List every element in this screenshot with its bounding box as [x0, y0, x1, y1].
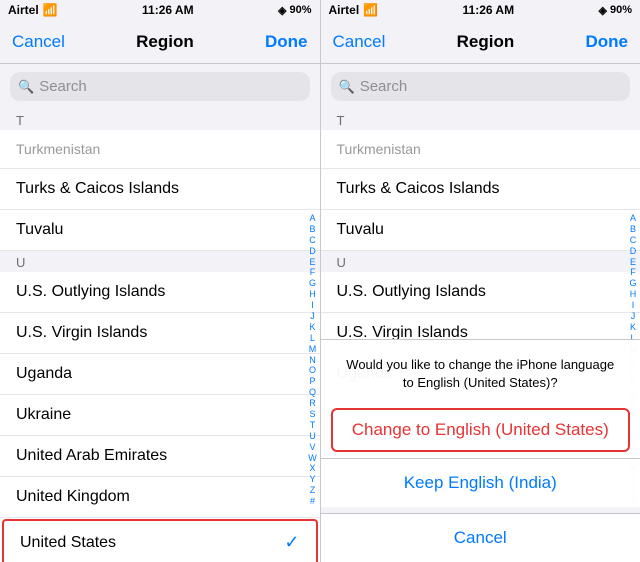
- left-nav-bar: Cancel Region Done: [0, 20, 320, 64]
- right-list: T Turkmenistan Turks & Caicos Islands Tu…: [321, 109, 640, 562]
- list-item[interactable]: United Arab Emirates: [0, 436, 320, 477]
- right-section-u: U: [321, 251, 640, 272]
- right-search-placeholder: Search: [360, 78, 408, 95]
- list-item[interactable]: Ukraine: [0, 395, 320, 436]
- list-item[interactable]: Uganda: [0, 354, 320, 395]
- right-carrier: Airtel: [329, 3, 360, 17]
- left-search-bar: 🔍 Search: [0, 64, 320, 109]
- left-search-input-wrap[interactable]: 🔍 Search: [10, 72, 310, 101]
- left-wifi-icon: 📶: [43, 3, 58, 17]
- left-time: 11:26 AM: [142, 3, 194, 17]
- list-item[interactable]: Tuvalu: [0, 210, 320, 251]
- united-states-item[interactable]: United States ✓: [2, 519, 318, 562]
- list-item[interactable]: United Kingdom: [0, 477, 320, 518]
- right-nav-bar: Cancel Region Done: [321, 20, 640, 64]
- dialog-cancel-button[interactable]: Cancel: [321, 513, 640, 562]
- keep-language-button[interactable]: Keep English (India): [321, 458, 640, 507]
- right-status-bar: Airtel 📶 11:26 AM ◈ 90%: [321, 0, 640, 20]
- list-item[interactable]: Tuvalu: [321, 210, 640, 251]
- right-status-left: Airtel 📶: [329, 3, 379, 17]
- left-status-right: ◈ 90%: [278, 4, 312, 17]
- right-time: 11:26 AM: [463, 3, 515, 17]
- left-section-t: T: [0, 109, 320, 130]
- right-nav-title: Region: [457, 32, 515, 52]
- left-location-icon: ◈: [278, 4, 286, 17]
- list-item[interactable]: Turkmenistan: [321, 130, 640, 169]
- list-item[interactable]: Turks & Caicos Islands: [321, 169, 640, 210]
- right-panel: Airtel 📶 11:26 AM ◈ 90% Cancel Region Do…: [321, 0, 640, 562]
- right-search-icon: 🔍: [339, 79, 355, 95]
- list-item[interactable]: U.S. Outlying Islands: [321, 272, 640, 313]
- right-battery: 90%: [610, 4, 632, 16]
- left-status-bar: Airtel 📶 11:26 AM ◈ 90%: [0, 0, 320, 20]
- left-carrier: Airtel: [8, 3, 39, 17]
- right-status-right: ◈ 90%: [598, 4, 632, 17]
- list-item[interactable]: Turks & Caicos Islands: [0, 169, 320, 210]
- left-nav-title: Region: [136, 32, 194, 52]
- left-cancel-button[interactable]: Cancel: [12, 32, 65, 52]
- left-alpha-index[interactable]: AB CD EF GH IJ KL MN OP QR ST UV WX YZ #: [306, 159, 320, 562]
- list-item[interactable]: U.S. Outlying Islands: [0, 272, 320, 313]
- left-section-u: U: [0, 251, 320, 272]
- right-wifi-icon: 📶: [363, 3, 378, 17]
- list-item[interactable]: U.S. Virgin Islands: [0, 313, 320, 354]
- left-search-icon: 🔍: [18, 79, 34, 95]
- left-list: T Turkmenistan Turks & Caicos Islands Tu…: [0, 109, 320, 562]
- right-location-icon: ◈: [598, 4, 606, 17]
- left-status-left: Airtel 📶: [8, 3, 58, 17]
- left-battery: 90%: [289, 4, 311, 16]
- checkmark-icon: ✓: [284, 532, 299, 553]
- list-item[interactable]: Turkmenistan: [0, 130, 320, 169]
- right-cancel-button[interactable]: Cancel: [333, 32, 386, 52]
- left-search-placeholder: Search: [39, 78, 87, 95]
- right-section-t: T: [321, 109, 640, 130]
- left-done-button[interactable]: Done: [265, 32, 308, 52]
- left-panel: Airtel 📶 11:26 AM ◈ 90% Cancel Region Do…: [0, 0, 320, 562]
- language-change-dialog: Would you like to change the iPhone lang…: [321, 339, 640, 562]
- dialog-message: Would you like to change the iPhone lang…: [321, 340, 640, 402]
- united-states-label: United States: [20, 534, 116, 552]
- right-done-button[interactable]: Done: [586, 32, 629, 52]
- right-search-bar: 🔍 Search: [321, 64, 640, 109]
- change-language-button[interactable]: Change to English (United States): [331, 408, 631, 452]
- right-search-input-wrap[interactable]: 🔍 Search: [331, 72, 631, 101]
